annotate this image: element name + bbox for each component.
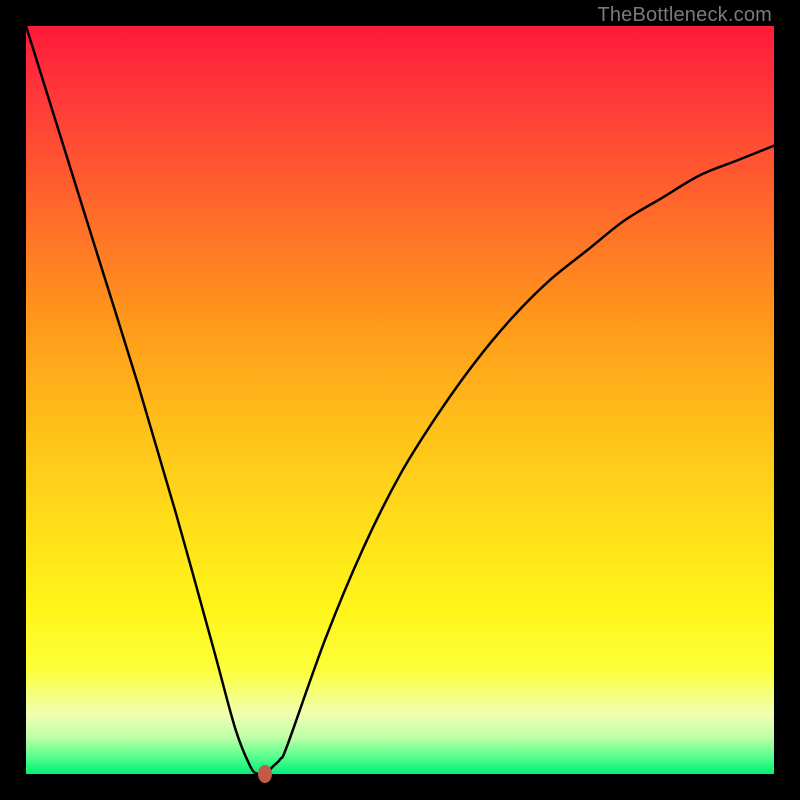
chart-frame: TheBottleneck.com — [0, 0, 800, 800]
minimum-marker-dot — [258, 765, 272, 783]
chart-plot-area — [26, 26, 774, 774]
bottleneck-curve — [26, 26, 774, 774]
bottleneck-curve-path — [26, 26, 774, 775]
watermark-text: TheBottleneck.com — [597, 4, 772, 27]
